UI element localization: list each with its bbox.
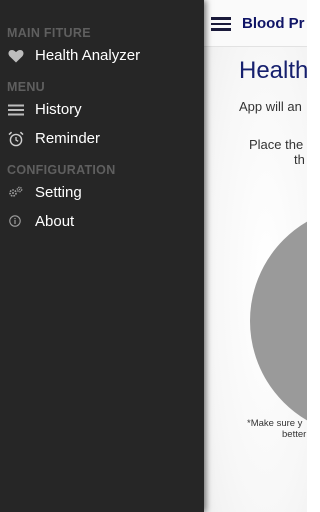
hamburger-menu-icon[interactable]	[211, 17, 231, 31]
app-title: Blood Pr	[242, 15, 305, 32]
heart-icon	[7, 47, 25, 65]
app-bar: Blood Pr	[204, 0, 307, 47]
intro-text: App will an	[239, 99, 302, 114]
navigation-drawer: MAIN FITURE Health Analyzer MENU History	[0, 0, 204, 512]
drawer-item-label: History	[35, 101, 82, 118]
note-line-1: *Make sure y	[247, 418, 303, 429]
app-screen: Blood Pr Health App will an Place the th…	[0, 0, 307, 512]
gears-icon	[7, 184, 25, 202]
drawer-item-label: Reminder	[35, 130, 101, 147]
info-icon	[7, 213, 25, 231]
main-content: Blood Pr Health App will an Place the th…	[204, 0, 307, 512]
drawer-item-setting[interactable]: Setting	[0, 179, 204, 207]
drawer-item-label: Health Analyzer	[35, 47, 141, 64]
instruction-line-1: Place the	[249, 137, 304, 152]
drawer-item-health-analyzer[interactable]: Health Analyzer	[0, 42, 204, 70]
instruction-text: Place the th	[249, 137, 305, 167]
drawer-item-history[interactable]: History	[0, 96, 204, 124]
drawer-item-about[interactable]: About	[0, 208, 204, 236]
drawer-item-label: About	[35, 213, 75, 230]
note-text: *Make sure y better	[247, 418, 306, 440]
drawer-item-reminder[interactable]: Reminder	[0, 125, 204, 153]
alarm-clock-icon	[7, 130, 25, 148]
note-line-2: better	[282, 429, 307, 440]
finger-scan-ring[interactable]	[250, 206, 307, 436]
menu-lines-icon	[7, 101, 25, 119]
instruction-line-2: th	[294, 152, 305, 167]
section-header-configuration: CONFIGURATION	[7, 163, 116, 177]
section-header-main-feature: MAIN FITURE	[7, 26, 91, 40]
drawer-item-label: Setting	[35, 184, 82, 201]
section-header-menu: MENU	[7, 80, 46, 94]
page-heading: Health	[239, 57, 307, 84]
